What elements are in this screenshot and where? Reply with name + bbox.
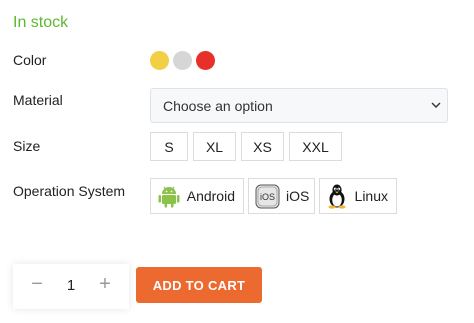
size-options: S XL XS XXL [150, 132, 342, 161]
os-option-linux-label: Linux [354, 188, 388, 204]
quantity-decrease-button[interactable]: − [25, 273, 49, 296]
material-label: Material [13, 92, 63, 108]
ios-icon: iOS [255, 183, 280, 209]
quantity-value[interactable]: 1 [59, 277, 83, 294]
os-options: Android iOS iOS Linux [150, 178, 397, 214]
size-option-xxl[interactable]: XXL [289, 132, 342, 161]
quantity-increase-button[interactable]: + [93, 273, 117, 296]
chevron-down-icon [431, 102, 441, 108]
color-swatch-gray[interactable] [173, 51, 192, 70]
os-option-ios[interactable]: iOS iOS [248, 178, 315, 214]
os-option-android[interactable]: Android [150, 178, 244, 214]
size-option-s[interactable]: S [150, 132, 188, 161]
android-icon [157, 183, 181, 209]
color-swatch-red[interactable] [196, 51, 215, 70]
os-option-ios-label: iOS [286, 188, 310, 204]
linux-icon [326, 183, 349, 209]
svg-text:iOS: iOS [260, 192, 275, 202]
color-label: Color [13, 52, 47, 68]
color-swatches [150, 51, 215, 70]
os-option-android-label: Android [186, 188, 235, 204]
material-select[interactable]: Choose an option [150, 88, 448, 123]
material-select-value: Choose an option [163, 98, 273, 114]
size-option-xs[interactable]: XS [241, 132, 284, 161]
size-label: Size [13, 138, 41, 154]
add-to-cart-button[interactable]: ADD TO CART [136, 267, 262, 303]
stock-status: In stock [13, 14, 69, 31]
os-label: Operation System [13, 183, 126, 199]
os-option-linux[interactable]: Linux [319, 178, 397, 214]
size-option-xl[interactable]: XL [193, 132, 236, 161]
color-swatch-yellow[interactable] [150, 51, 169, 70]
quantity-stepper: − 1 + [13, 264, 129, 309]
